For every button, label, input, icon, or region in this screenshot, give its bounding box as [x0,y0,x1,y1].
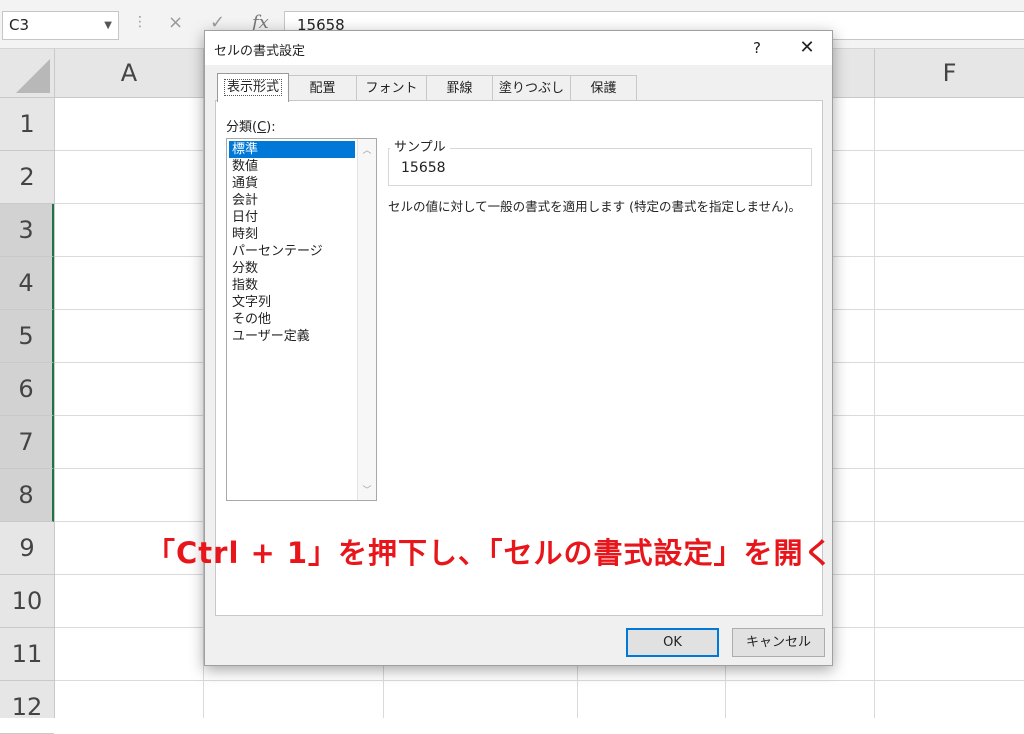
select-all-triangle-icon [16,59,50,93]
ok-button[interactable]: OK [626,628,719,657]
row-header-1[interactable]: 1 [0,98,54,151]
sample-label: サンプル [390,136,450,155]
category-item-date[interactable]: 日付 [229,209,355,226]
category-label-accesskey: C [257,120,267,135]
category-label-prefix: 分類( [226,120,258,135]
category-item-special[interactable]: その他 [229,311,355,328]
category-item-number[interactable]: 数値 [229,158,355,175]
column-header-a[interactable]: A [55,49,204,97]
row-header-bar: 1 2 3 4 5 6 7 8 9 10 11 12 [0,98,55,734]
tab-alignment[interactable]: 配置 [288,75,357,101]
tab-number[interactable]: 表示形式 [217,73,289,102]
category-item-currency[interactable]: 通貨 [229,175,355,192]
category-item-scientific[interactable]: 指数 [229,277,355,294]
category-list[interactable]: 標準 数値 通貨 会計 日付 時刻 パーセンテージ 分数 指数 文字列 その他 … [226,138,377,501]
close-button[interactable]: ✕ [792,34,822,62]
cancel-button[interactable]: キャンセル [732,628,825,657]
dialog-title-bar[interactable]: セルの書式設定 ? ✕ [205,31,832,65]
grid-line [874,98,875,718]
tab-font[interactable]: フォント [356,75,427,101]
category-list-scrollbar[interactable]: ︿ ﹀ [357,139,376,500]
category-item-text[interactable]: 文字列 [229,294,355,311]
more-options-icon[interactable]: ⋮ [133,14,147,30]
row-header-8[interactable]: 8 [0,469,54,522]
row-header-6[interactable]: 6 [0,363,54,416]
category-item-accounting[interactable]: 会計 [229,192,355,209]
row-header-9[interactable]: 9 [0,522,54,575]
column-header-f[interactable]: F [875,49,1024,97]
tab-strip: 表示形式 配置 フォント 罫線 塗りつぶし 保護 [215,73,823,102]
category-item-time[interactable]: 時刻 [229,226,355,243]
scroll-down-icon[interactable]: ﹀ [358,483,376,496]
format-description: セルの値に対して一般の書式を適用します (特定の書式を指定しません)。 [388,199,801,214]
tab-border[interactable]: 罫線 [426,75,493,101]
category-label-suffix: ): [266,120,276,135]
sample-box: 15658 [388,148,812,186]
dialog-title: セルの書式設定 [214,44,306,59]
row-header-2[interactable]: 2 [0,151,54,204]
name-box-dropdown-icon[interactable]: ▼ [104,12,112,39]
tab-number-label: 表示形式 [223,79,282,96]
tab-fill[interactable]: 塗りつぶし [492,75,571,101]
row-header-7[interactable]: 7 [0,416,54,469]
sample-value: 15658 [401,160,446,176]
tab-protection[interactable]: 保護 [570,75,637,101]
row-header-12[interactable]: 12 [0,681,54,734]
row-header-4[interactable]: 4 [0,257,54,310]
category-item-general[interactable]: 標準 [229,141,355,158]
category-item-percentage[interactable]: パーセンテージ [229,243,355,260]
category-label: 分類(C): [226,116,276,135]
category-item-fraction[interactable]: 分数 [229,260,355,277]
name-box-value: C3 [9,16,30,34]
row-header-10[interactable]: 10 [0,575,54,628]
row-header-5[interactable]: 5 [0,310,54,363]
scroll-up-icon[interactable]: ︿ [358,143,376,156]
row-header-11[interactable]: 11 [0,628,54,681]
instruction-caption: 「Ctrl + 1」を押下し、「セルの書式設定」を開く [146,536,834,570]
cancel-entry-icon[interactable]: × [168,12,183,33]
category-item-custom[interactable]: ユーザー定義 [229,328,355,345]
row-header-3[interactable]: 3 [0,204,54,257]
help-button[interactable]: ? [745,36,769,60]
select-all-button[interactable] [0,49,55,97]
name-box[interactable]: C3 ▼ [2,11,119,40]
